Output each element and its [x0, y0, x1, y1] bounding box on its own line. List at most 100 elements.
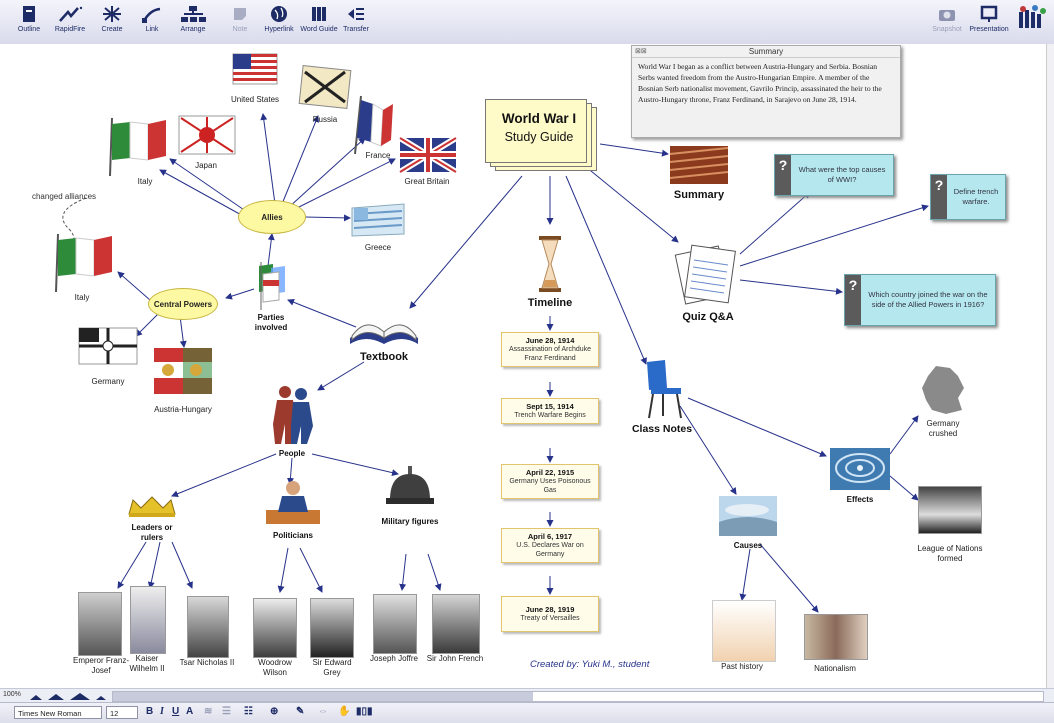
transfer-button[interactable]: Transfer — [341, 4, 371, 42]
zoom-level[interactable]: 100% — [3, 691, 21, 698]
hyperlink-button[interactable]: Hyperlink — [262, 4, 296, 42]
text-color-button[interactable]: A — [186, 706, 193, 717]
past-history-node[interactable]: Past history — [704, 600, 780, 672]
link-icon — [142, 7, 161, 23]
note-button[interactable]: Note — [226, 4, 254, 42]
question-card-3[interactable]: ? Which country joined the war on the si… — [844, 274, 996, 326]
question-card-2[interactable]: ? Define trench warfare. — [930, 174, 1006, 220]
japan-label: Japan — [195, 161, 217, 170]
politicians-node[interactable]: Politicians — [260, 478, 326, 541]
event-text: U.S. Declares War on Germany — [516, 542, 584, 558]
scroll-track[interactable] — [112, 691, 1044, 702]
hand-icon[interactable]: ✋ — [338, 706, 350, 717]
camera-icon — [939, 10, 955, 21]
link-button[interactable]: Link — [138, 4, 166, 42]
inspiration-logo — [1014, 4, 1050, 42]
main-idea-node[interactable]: World War I Study Guide — [485, 99, 597, 171]
class-notes-node[interactable]: Class Notes — [624, 358, 700, 435]
germany-crushed-node[interactable]: Germany crushed — [912, 364, 974, 439]
scroll-thumb[interactable] — [113, 692, 533, 701]
flag-italy-central-node[interactable]: Italy — [44, 232, 120, 303]
bold-button[interactable]: B — [146, 706, 153, 717]
graphics-icon[interactable]: ▮▯▮ — [356, 706, 373, 717]
question-text: Define trench warfare. — [953, 187, 999, 206]
person-woodrow-wilson[interactable]: Woodrow Wilson — [248, 598, 302, 678]
textbook-node[interactable]: Textbook — [346, 308, 422, 364]
effects-node[interactable]: Effects — [826, 446, 894, 505]
outline-button[interactable]: Outline — [14, 4, 44, 42]
person-franz-josef[interactable]: Emperor Franz-Josef — [70, 592, 132, 676]
arrange-button[interactable]: Arrange — [175, 4, 211, 42]
person-edward-grey[interactable]: Sir Edward Grey — [304, 598, 360, 678]
snapshot-button[interactable]: Snapshot — [930, 4, 964, 42]
flag-germany-node[interactable]: Germany — [70, 324, 146, 387]
textbook-label: Textbook — [359, 351, 409, 363]
flag-greece-node[interactable]: Greece — [346, 202, 410, 253]
question-mark-icon: ? — [845, 275, 861, 325]
list-icon[interactable]: ☷ — [244, 706, 253, 717]
flags-bundle-icon — [259, 262, 285, 310]
vertical-scrollbar[interactable] — [1046, 44, 1054, 688]
timeline-event-2[interactable]: Sept 15, 1914 Trench Warfare Begins — [501, 398, 599, 424]
us-flag-icon — [232, 53, 278, 85]
parties-involved-node[interactable]: Parties involved — [246, 260, 296, 333]
hourglass-icon — [539, 236, 561, 292]
question-card-1[interactable]: ? What were the top causes of WWI? — [774, 154, 894, 196]
nationalism-label: Nationalism — [814, 664, 856, 673]
people-node[interactable]: People — [262, 384, 322, 459]
league-of-nations-node[interactable]: League of Nations formed — [912, 486, 988, 564]
flag-japan-node[interactable]: Japan — [170, 112, 242, 171]
flag-france-node[interactable]: France — [348, 94, 398, 161]
transfer-icon — [348, 8, 364, 20]
timeline-event-5[interactable]: June 28, 1919 Treaty of Versailles — [501, 596, 599, 632]
align-left-icon[interactable]: ≋ — [204, 706, 212, 717]
nationalism-node[interactable]: Nationalism — [800, 614, 870, 674]
italic-button[interactable]: I — [160, 706, 164, 717]
central-powers-node[interactable]: Central Powers — [148, 288, 218, 320]
timeline-event-3[interactable]: April 22, 1915 Germany Uses Poisonous Ga… — [501, 464, 599, 499]
french-label: Sir John French — [426, 654, 484, 663]
diagram-canvas[interactable]: ⊠⊠ Summary World War I began as a confli… — [0, 44, 1046, 688]
people-icon — [273, 386, 313, 444]
event-date: June 28, 1914 — [525, 336, 575, 345]
timeline-event-1[interactable]: June 28, 1914 Assassination of Archduke … — [501, 332, 599, 367]
allies-node[interactable]: Allies — [238, 200, 306, 234]
credit-text: Created by: Yuki M., student — [530, 659, 650, 670]
rapidfire-button[interactable]: RapidFire — [50, 4, 90, 42]
word-guide-button[interactable]: Word Guide — [298, 4, 340, 42]
globe-icon — [271, 6, 287, 22]
insert-icon[interactable]: ⊕ — [270, 706, 278, 717]
summary-node[interactable]: Summary — [664, 144, 734, 202]
military-node[interactable]: Military figures — [380, 464, 440, 527]
font-size-select[interactable]: 12 — [106, 706, 138, 719]
create-button[interactable]: Create — [98, 4, 126, 42]
summary-note[interactable]: ⊠⊠ Summary World War I began as a confli… — [631, 45, 901, 138]
presentation-button[interactable]: Presentation — [967, 4, 1011, 42]
quiz-node[interactable]: Quiz Q&A — [668, 240, 748, 324]
arrows-icon[interactable]: ⇔ — [318, 706, 328, 717]
leaders-node[interactable]: Leaders or rulers — [122, 494, 182, 543]
fill-icon[interactable]: ✎ — [296, 706, 304, 717]
flag-austria-node[interactable]: Austria-Hungary — [150, 346, 216, 415]
timeline-event-4[interactable]: April 6, 1917 U.S. Declares War on Germa… — [501, 528, 599, 563]
underline-button[interactable]: U — [172, 706, 179, 717]
quiz-label: Quiz Q&A — [682, 311, 734, 323]
summary-note-text: World War I began as a conflict between … — [638, 62, 882, 104]
timeline-node[interactable]: Timeline — [512, 234, 588, 310]
flag-us-node[interactable]: United States — [222, 48, 288, 105]
flag-britain-node[interactable]: Great Britain — [392, 134, 462, 187]
person-kaiser-wilhelm[interactable]: Kaiser Wilhelm II — [124, 586, 170, 674]
person-tsar-nicholas[interactable]: Tsar Nicholas II — [170, 596, 244, 668]
class-notes-label: Class Notes — [631, 423, 693, 435]
close-icon[interactable]: ⊠⊠ — [635, 47, 647, 55]
joffre-label: Joseph Joffre — [370, 654, 418, 663]
align-center-icon[interactable]: ☰ — [222, 706, 231, 717]
person-joseph-joffre[interactable]: Joseph Joffre — [364, 594, 424, 664]
font-family-select[interactable]: Times New Roman — [14, 706, 102, 719]
person-john-french[interactable]: Sir John French — [426, 594, 484, 664]
flag-italy-allies-node[interactable]: Italy — [98, 116, 174, 187]
wilson-label: Woodrow Wilson — [258, 658, 292, 677]
causes-node[interactable]: Causes — [716, 494, 780, 551]
russia-flag-icon — [298, 65, 352, 109]
zoom-slider-icon[interactable] — [26, 691, 106, 701]
